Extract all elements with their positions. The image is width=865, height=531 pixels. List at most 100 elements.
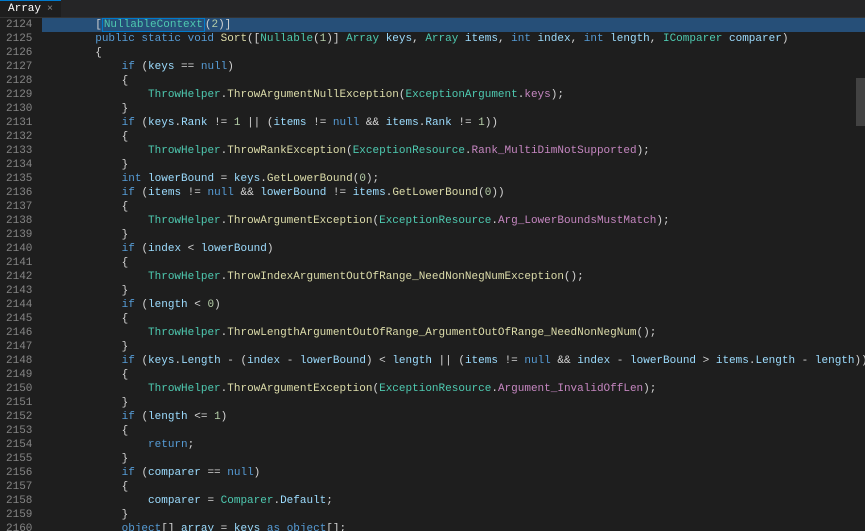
token-op: || ( [432,355,465,367]
code-line[interactable]: } [42,340,865,354]
code-line[interactable]: if (items != null && lowerBound != items… [42,186,865,200]
line-number: 2135 [6,172,32,186]
line-number: 2139 [6,228,32,242]
token-var: lowerBound [260,187,326,199]
code-line[interactable]: { [42,424,865,438]
code-line[interactable]: { [42,130,865,144]
token-param: index [148,243,181,255]
line-number: 2153 [6,424,32,438]
token-param: keys [148,117,174,129]
token-plain: . [260,173,267,185]
code-line[interactable]: { [42,46,865,60]
code-line[interactable]: { [42,256,865,270]
tab-array[interactable]: Array × [0,0,61,17]
token-enum: keys [524,89,550,101]
line-number: 2132 [6,130,32,144]
token-plain: } [42,397,128,409]
code-line[interactable]: { [42,368,865,382]
line-number: 2137 [6,200,32,214]
code-line[interactable]: ThrowHelper.ThrowArgumentNullException(E… [42,88,865,102]
code-content[interactable]: [NullableContext(2)] public static void … [42,18,865,531]
code-line[interactable]: int lowerBound = keys.GetLowerBound(0); [42,172,865,186]
token-op: == [174,61,200,73]
token-enum: Rank_MultiDimNotSupported [472,145,637,157]
token-enum: Argument_InvalidOffLen [498,383,643,395]
token-paren: ( [399,89,406,101]
line-number: 2141 [6,256,32,270]
token-paren: (); [637,327,657,339]
code-line[interactable]: { [42,200,865,214]
line-number: 2128 [6,74,32,88]
token-plain [42,299,121,311]
code-line[interactable]: ThrowHelper.ThrowArgumentException(Excep… [42,214,865,228]
token-keyword: if [122,411,142,423]
token-param: length [815,355,855,367]
code-line[interactable]: { [42,74,865,88]
code-line[interactable]: } [42,396,865,410]
token-type: ExceptionResource [353,145,465,157]
code-line[interactable]: if (length < 0) [42,298,865,312]
token-keyword: object [287,523,327,531]
token-type: ThrowHelper [148,215,221,227]
code-line[interactable]: [NullableContext(2)] [42,18,865,32]
code-line[interactable]: ThrowHelper.ThrowIndexArgumentOutOfRange… [42,270,865,284]
code-line[interactable]: ThrowHelper.ThrowLengthArgumentOutOfRang… [42,326,865,340]
line-number: 2130 [6,102,32,116]
line-number: 2136 [6,186,32,200]
token-keyword: null [524,355,550,367]
token-type: IComparer [663,33,729,45]
token-plain [42,117,121,129]
token-param: length [392,355,432,367]
token-paren: ) [267,243,274,255]
code-line[interactable]: ThrowHelper.ThrowArgumentException(Excep… [42,382,865,396]
token-plain: } [42,103,128,115]
code-line[interactable]: } [42,508,865,522]
code-line[interactable]: } [42,228,865,242]
token-field: Rank [425,117,451,129]
code-line[interactable]: { [42,312,865,326]
code-line[interactable]: } [42,158,865,172]
token-plain: , [498,33,511,45]
code-line[interactable]: if (index < lowerBound) [42,242,865,256]
token-paren: ([ [247,33,260,45]
token-paren: ); [551,89,564,101]
token-op: != [181,187,207,199]
token-type: ThrowHelper [148,145,221,157]
token-keyword: int [122,173,148,185]
code-line[interactable]: if (keys.Length - (index - lowerBound) <… [42,354,865,368]
code-line[interactable]: if (comparer == null) [42,466,865,480]
token-op: != [207,117,233,129]
code-line[interactable]: if (length <= 1) [42,410,865,424]
token-num: 1 [214,411,221,423]
close-icon[interactable]: × [47,4,53,15]
token-op: != [326,187,352,199]
code-line[interactable]: } [42,284,865,298]
code-line[interactable]: return; [42,438,865,452]
code-line[interactable]: public static void Sort([Nullable(1)] Ar… [42,32,865,46]
code-line[interactable]: comparer = Comparer.Default; [42,494,865,508]
token-keyword: if [122,243,142,255]
code-line[interactable]: if (keys.Rank != 1 || (items != null && … [42,116,865,130]
scrollbar-thumb[interactable] [856,78,865,126]
code-line[interactable]: } [42,102,865,116]
token-plain [42,439,148,451]
token-plain [42,383,148,395]
code-line[interactable]: if (keys == null) [42,60,865,74]
editor-area: 2124212521262127212821292130213121322133… [0,18,865,531]
token-op: - [280,355,300,367]
token-paren: ); [643,383,656,395]
code-line[interactable]: object[] array = keys as object[]; [42,522,865,531]
code-line[interactable]: } [42,452,865,466]
token-type: NullableContext [102,18,205,32]
token-plain: ; [188,439,195,451]
line-number: 2149 [6,368,32,382]
line-number: 2148 [6,354,32,368]
token-plain: { [42,47,101,59]
token-param: items [465,355,498,367]
line-number: 2125 [6,32,32,46]
token-op: || ( [240,117,273,129]
code-line[interactable]: ThrowHelper.ThrowRankException(Exception… [42,144,865,158]
code-line[interactable]: { [42,480,865,494]
token-param: items [274,117,307,129]
token-param: keys [148,355,174,367]
